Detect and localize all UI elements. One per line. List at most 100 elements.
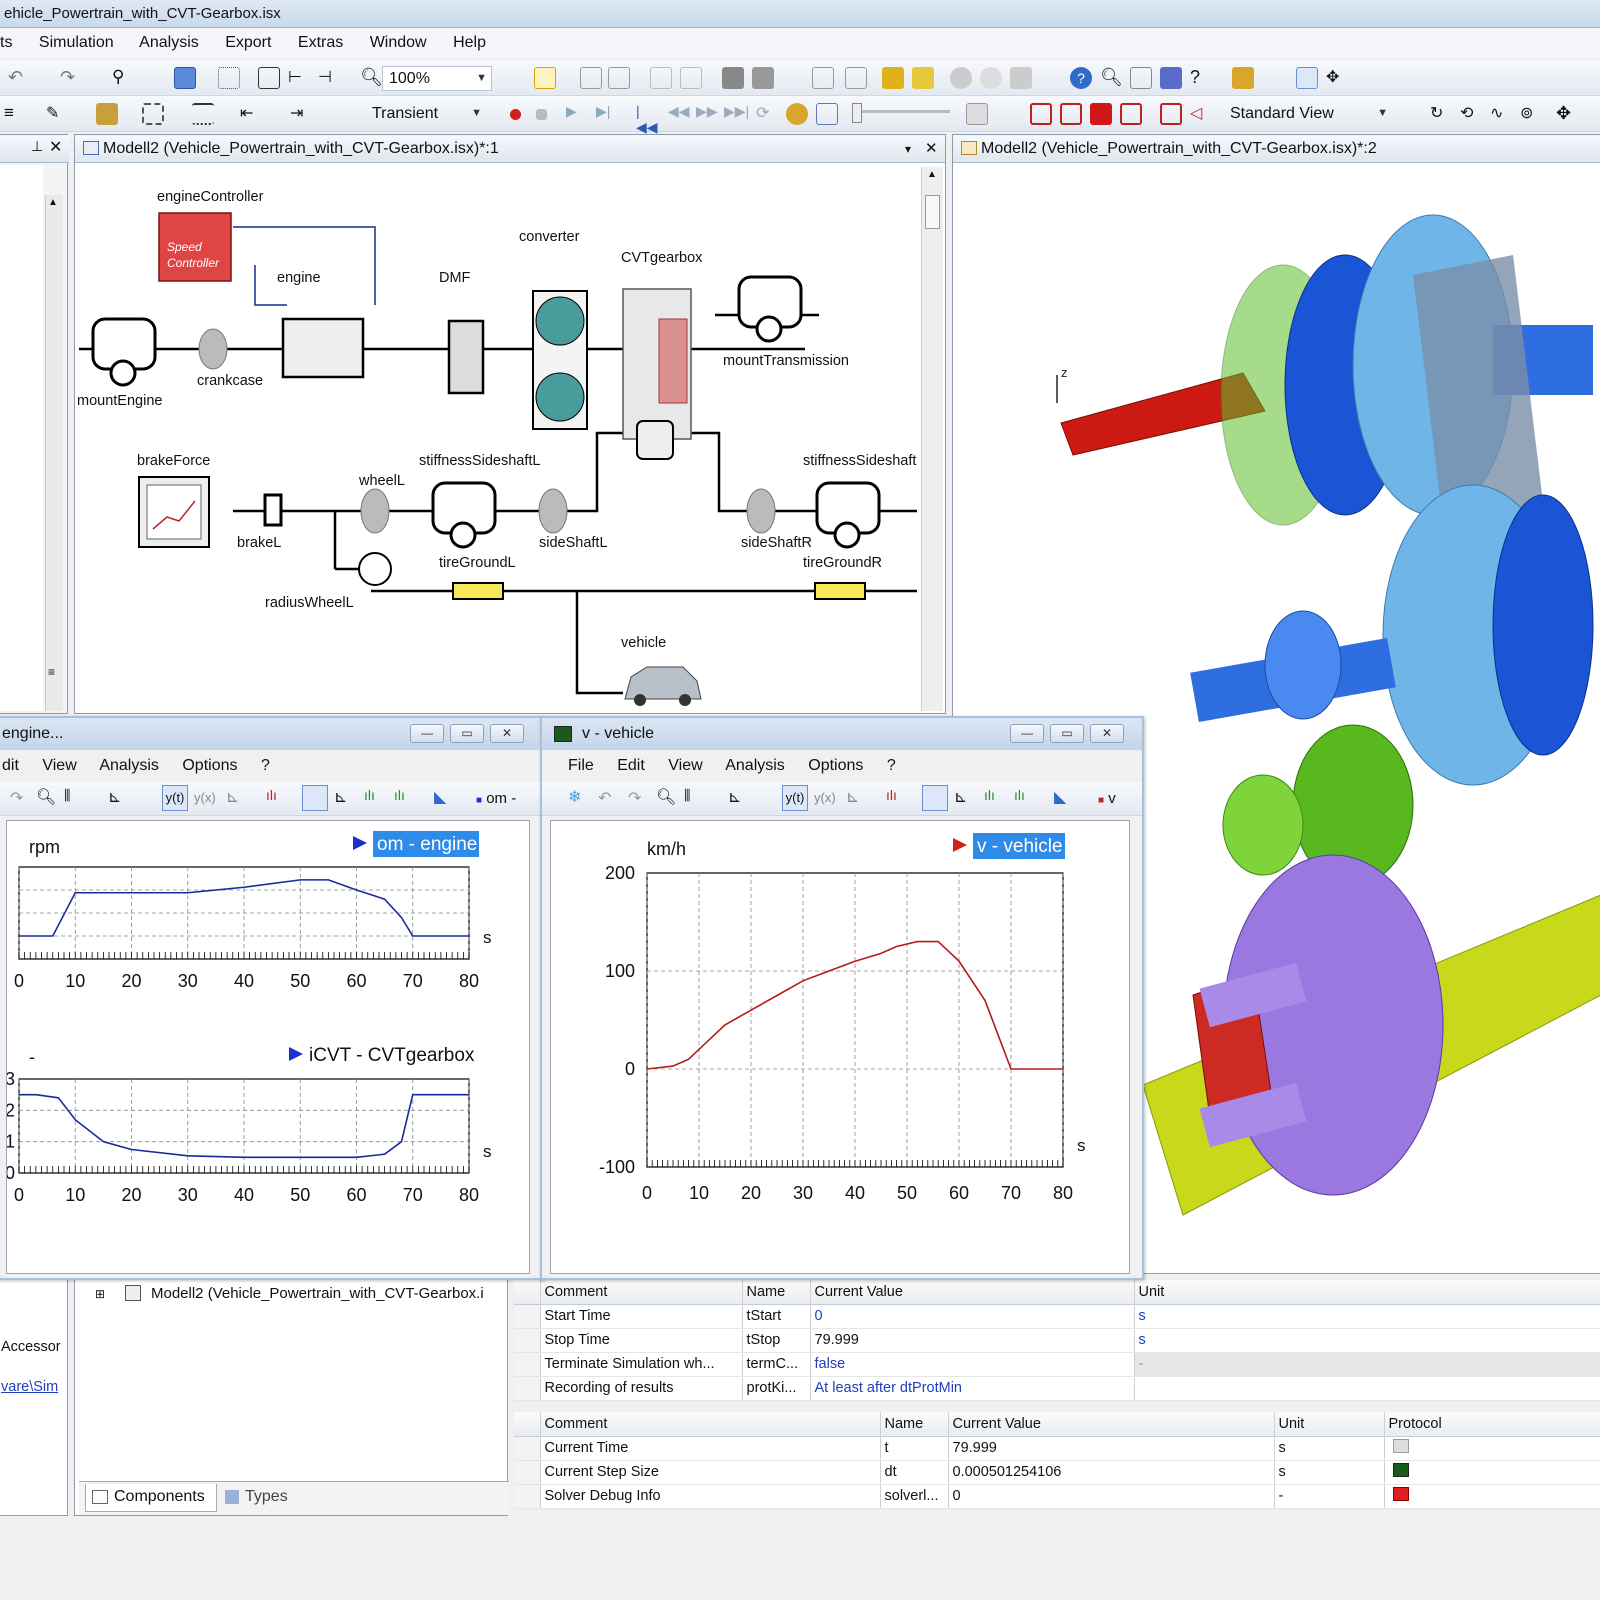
tab-types[interactable]: Types [219,1484,309,1512]
yx-icon[interactable]: y(x) [194,790,216,805]
protocol-on-icon[interactable] [1392,1463,1409,1477]
home-icon[interactable] [1232,67,1254,89]
menu-edit[interactable]: dit [2,757,19,774]
redo-icon[interactable]: ↷ [60,67,82,89]
zoom3d-icon[interactable]: ⊚ [1520,103,1542,125]
rotate-icon[interactable]: ↻ [1430,103,1452,125]
menu-analysis[interactable]: Analysis [139,34,199,51]
plot-type-2-icon[interactable]: ⊾ [334,787,347,807]
view-reset-icon[interactable]: ◁ [1190,103,1212,125]
table-row[interactable]: Stop Time tStop 79.999 s [514,1328,1600,1353]
cell-protocol[interactable] [1384,1436,1600,1461]
col-unit[interactable]: Unit [1274,1412,1385,1437]
table-row[interactable]: Terminate Simulation wh... termC... false - [514,1352,1600,1377]
plot-type-1-icon[interactable] [922,785,948,811]
plot-type-3-icon[interactable]: ılı [984,787,995,803]
col-comment[interactable]: Comment [540,1280,743,1305]
col-unit[interactable]: Unit [1134,1280,1600,1305]
tree-item-model[interactable]: Modell2 (Vehicle_Powertrain_with_CVT-Gea… [151,1285,484,1302]
time-slider-handle[interactable] [852,103,862,123]
menu-analysis[interactable]: Analysis [99,757,159,774]
menu-help[interactable]: ? [887,757,896,774]
histogram-icon[interactable]: ılı [886,787,897,803]
xy-icon[interactable]: ⊾ [226,787,239,807]
menu-analysis[interactable]: Analysis [725,757,785,774]
line-style-icon[interactable] [142,103,164,125]
stop-icon[interactable] [536,109,547,120]
close-icon[interactable]: ✕ [925,135,938,163]
align-left-icon[interactable] [580,67,602,89]
plot-type-1-icon[interactable] [302,785,328,811]
cell-value[interactable]: false [810,1352,1135,1377]
yx-icon[interactable]: y(x) [814,790,836,805]
time-slider-track[interactable] [856,110,950,113]
menu-help[interactable]: ? [261,757,270,774]
undo-icon[interactable]: ↶ [8,67,30,89]
protocol-error-icon[interactable] [1392,1487,1409,1501]
zoom-icon[interactable]: 🔍︎ [36,787,56,807]
cell-protocol[interactable] [1384,1484,1600,1509]
redo-icon[interactable]: ↷ [628,788,641,808]
menu-export[interactable]: Export [225,34,271,51]
menu-file[interactable]: File [568,757,594,774]
forward-end-icon[interactable]: ▶▶| [724,103,749,125]
menu-help[interactable]: Help [453,34,486,51]
loop-icon[interactable]: ⟳ [756,103,778,125]
menu-view[interactable]: View [42,757,76,774]
component-icon[interactable] [722,67,744,89]
table-row[interactable]: Current Time t 79.999 s [514,1436,1600,1461]
close-button[interactable]: ✕ [1090,724,1124,743]
plot-selector[interactable]: ■ om - [476,790,516,807]
col-protocol[interactable]: Protocol [1384,1412,1600,1437]
ruler-icon[interactable]: ◣ [434,787,446,807]
fill-icon[interactable] [96,103,118,125]
edit-icon[interactable] [812,67,834,89]
undo-icon[interactable]: ↶ [598,788,611,808]
side-link-path[interactable]: vare\Sim [1,1379,58,1395]
library-icon[interactable] [752,67,774,89]
check-icon[interactable] [845,67,867,89]
plot-type-4-icon[interactable]: ılı [1014,787,1025,803]
minimize-button[interactable]: — [1010,724,1044,743]
view-iso-icon[interactable] [1120,103,1142,125]
record-gray-icon[interactable] [950,67,972,89]
whats-this-icon[interactable]: ? [1190,67,1212,89]
maximize-button[interactable]: ▭ [450,724,484,743]
mode-select[interactable]: Transient ▼ [366,102,486,127]
zoom-icon[interactable]: 🔍︎ [360,67,383,89]
table-row[interactable]: Current Step Size dt 0.000501254106 s [514,1460,1600,1485]
forward-icon[interactable]: ▶▶ [696,103,718,125]
route-icon[interactable]: ⊣ [318,67,340,89]
view-back-icon[interactable] [1160,103,1182,125]
ruler-icon[interactable]: ◣ [1054,787,1066,807]
axes-icon[interactable]: ⊾ [108,787,121,807]
table-row[interactable]: Recording of results protKi... At least af… [514,1376,1600,1401]
menu-simulation[interactable]: Simulation [39,34,114,51]
grid-icon[interactable] [218,67,240,89]
protocol-off-icon[interactable] [1392,1439,1409,1453]
plot-left-area[interactable]: rpm om - engine 0 10 20 30 40 50 60 70 80 s - iCVT - … [5,820,530,1274]
wrench-icon[interactable] [1010,67,1032,89]
zoom-select[interactable]: 100% ▼ [382,66,492,91]
pointer-icon[interactable] [1296,67,1318,89]
rewind-icon[interactable]: ◀◀ [668,103,690,125]
zoom-icon[interactable]: 🔍︎ [656,787,676,807]
stop-gray-icon[interactable] [980,67,1002,89]
plot-type-4-icon[interactable]: ılı [394,787,405,803]
menu-window[interactable]: Window [370,34,427,51]
xy-icon[interactable]: ⊾ [846,787,859,807]
record-icon[interactable] [510,109,521,120]
cell-value[interactable]: 0 [810,1304,1135,1329]
snowflake-icon[interactable]: ❄ [568,787,581,807]
cell-protocol[interactable] [1384,1460,1600,1485]
move3d-icon[interactable]: ✥ [1556,103,1578,125]
tab-menu-icon[interactable]: ▾ [905,135,911,163]
table-row[interactable]: Solver Debug Info solverl... 0- [514,1484,1600,1509]
menu-edit[interactable]: Edit [617,757,645,774]
bars-icon[interactable]: ⫼ [684,787,690,804]
minimize-button[interactable]: — [410,724,444,743]
pan-icon[interactable]: ⟲ [1460,103,1482,125]
table-row[interactable]: Start Time tStart 0 s [514,1304,1600,1329]
lines-icon[interactable]: ≡ [4,103,26,125]
cell-value[interactable]: 79.999 [810,1328,1135,1353]
